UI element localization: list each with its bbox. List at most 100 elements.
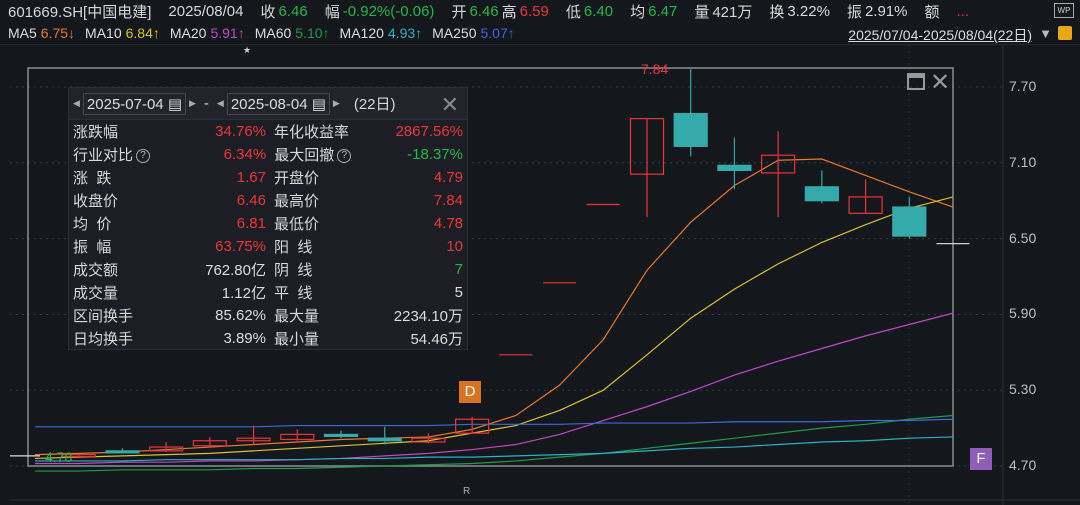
amplitude-value: 2.91% bbox=[864, 2, 908, 20]
stat-value: -18.37% bbox=[407, 146, 463, 163]
stat-value: 2234.10万 bbox=[393, 308, 464, 325]
y-tick-label: 7.10 bbox=[1009, 153, 1037, 170]
stat-value: 63.75% bbox=[215, 238, 266, 255]
turnover-value: 3.22% bbox=[787, 2, 830, 20]
stat-value: 6.34% bbox=[223, 146, 267, 163]
ma-value: 6.75↓ bbox=[40, 25, 76, 41]
lock-icon[interactable] bbox=[1058, 26, 1072, 40]
date-range-selector[interactable]: 2025/07/04-2025/08/04(22日) bbox=[848, 25, 1032, 45]
high-value: 6.59 bbox=[519, 2, 549, 20]
stat-label: 区间换手 bbox=[73, 308, 134, 325]
close-panel-icon[interactable]: ✕ bbox=[441, 92, 459, 118]
amount-more[interactable]: ... bbox=[957, 3, 970, 20]
ma-label: MA60 bbox=[254, 25, 292, 41]
stat-value: 6.46 bbox=[236, 192, 266, 209]
stat-row: 区间换手 85.62% 最大量 2234.10万 bbox=[69, 304, 467, 327]
y-tick-label: 4.70 bbox=[1009, 457, 1037, 473]
stat-label: 最高价 bbox=[274, 193, 320, 210]
end-date-input[interactable]: 2025-08-04 ▤ bbox=[226, 92, 330, 115]
next-end-icon[interactable]: ▶ bbox=[333, 98, 340, 109]
stat-label: 平 线 bbox=[274, 285, 313, 302]
stat-value: 6.81 bbox=[236, 215, 266, 232]
candle-body bbox=[367, 437, 402, 442]
r-marker: R bbox=[463, 486, 471, 497]
stat-label: 阴 线 bbox=[274, 262, 313, 279]
event-badge-d[interactable]: D bbox=[459, 381, 481, 403]
stat-value: 762.80亿 bbox=[205, 262, 266, 279]
ma-value: 4.93↑ bbox=[387, 25, 423, 41]
ma-label: MA10 bbox=[85, 25, 122, 41]
stat-value: 4.78 bbox=[433, 215, 464, 232]
amplitude-label: 振 bbox=[846, 3, 862, 21]
stock-code[interactable]: 601669.SH[中国电建] bbox=[8, 1, 151, 22]
low-value: 6.40 bbox=[583, 2, 614, 20]
dropdown-triangle-icon[interactable]: ▼ bbox=[1039, 26, 1052, 41]
ma-line-ma250 bbox=[35, 418, 954, 428]
candle-body bbox=[673, 112, 708, 147]
stat-value: 4.79 bbox=[433, 169, 464, 186]
stat-row: 日均换手 3.89% 最小量 54.46万 bbox=[69, 327, 467, 350]
next-start-icon[interactable]: ▶ bbox=[189, 98, 196, 109]
avg-value: 6.47 bbox=[648, 2, 678, 20]
stat-label: 成交额 bbox=[73, 262, 119, 279]
stat-value: 34.76% bbox=[215, 123, 266, 140]
change-value: -0.92%(-0.06) bbox=[342, 2, 435, 20]
stat-row: 行业对比? 6.34% 最大回撤? -18.37% bbox=[69, 143, 467, 166]
star-marker-icon: ★ bbox=[243, 45, 252, 55]
y-tick-label: 5.90 bbox=[1009, 305, 1037, 322]
stat-value: 5 bbox=[454, 284, 464, 301]
close-label: 收 bbox=[260, 3, 276, 21]
ma-label: MA120 bbox=[339, 25, 384, 41]
end-date: 2025-08-04 bbox=[230, 95, 308, 113]
panel-header: ◀ 2025-07-04 ▤ ▶ - ◀ 2025-08-04 ▤ ▶ (22日… bbox=[69, 88, 467, 120]
low-price-label: 4.78 bbox=[45, 449, 73, 465]
stat-value: 2867.56% bbox=[395, 123, 464, 140]
stat-label: 最低价 bbox=[274, 216, 320, 233]
date-separator: - bbox=[203, 95, 209, 112]
candle-body bbox=[892, 206, 927, 237]
amount-label: 额 bbox=[924, 3, 940, 21]
quote-date: 2025/08/04 bbox=[168, 2, 244, 20]
day-count: (22日) bbox=[353, 96, 396, 113]
event-badge-f[interactable]: F bbox=[970, 448, 992, 470]
prev-end-icon[interactable]: ◀ bbox=[217, 98, 224, 109]
ma-label: MA5 bbox=[8, 25, 37, 41]
stat-value: 3.89% bbox=[223, 330, 266, 347]
turnover-label: 换 bbox=[769, 3, 785, 21]
stat-row: 收盘价 6.46 最高价 7.84 bbox=[69, 189, 467, 212]
stat-label: 振 幅 bbox=[73, 239, 112, 256]
help-icon[interactable]: ? bbox=[337, 149, 352, 164]
wp-icon[interactable]: WP bbox=[1054, 3, 1074, 18]
volume-value: 421万 bbox=[712, 3, 753, 21]
stat-label: 最小量 bbox=[274, 331, 320, 348]
stat-label: 开盘价 bbox=[274, 170, 320, 187]
prev-start-icon[interactable]: ◀ bbox=[73, 98, 80, 109]
avg-label: 均 bbox=[630, 3, 646, 21]
open-value: 6.46 bbox=[469, 2, 499, 20]
stat-label: 成交量 bbox=[73, 285, 119, 302]
y-tick-label: 6.50 bbox=[1009, 229, 1037, 246]
ma-value: 6.84↑ bbox=[125, 25, 160, 41]
stat-row: 涨 跌 1.67 开盘价 4.79 bbox=[69, 166, 467, 189]
stat-row: 成交额 762.80亿阴 线 7 bbox=[69, 258, 467, 281]
stat-label: 日均换手 bbox=[73, 331, 134, 348]
stat-row: 成交量 1.12亿平 线 5 bbox=[69, 281, 467, 304]
ma-value: 5.07↑ bbox=[480, 25, 515, 41]
ma-value: 5.91↑ bbox=[210, 25, 245, 41]
stat-label: 最大量 bbox=[274, 308, 320, 325]
stat-value: 7 bbox=[454, 261, 464, 278]
stat-value: 10 bbox=[446, 238, 464, 255]
ma-label: MA250 bbox=[432, 25, 477, 41]
volume-label: 量 bbox=[694, 3, 710, 21]
stat-label: 均 价 bbox=[73, 216, 112, 233]
open-label: 开 bbox=[451, 3, 467, 21]
close-overlay-icon[interactable]: ✕ bbox=[930, 68, 950, 97]
maximize-icon[interactable] bbox=[907, 73, 925, 90]
stat-label: 行业对比? bbox=[73, 144, 151, 165]
interval-stats-panel: ◀ 2025-07-04 ▤ ▶ - ◀ 2025-08-04 ▤ ▶ (22日… bbox=[68, 87, 468, 350]
start-date-input[interactable]: 2025-07-04 ▤ bbox=[82, 92, 186, 115]
stat-label: 涨跌幅 bbox=[73, 124, 119, 141]
stat-row: 涨跌幅 34.76% 年化收益率 2867.56% bbox=[69, 120, 467, 143]
high-label: 高 bbox=[501, 3, 517, 21]
candle-body bbox=[717, 164, 752, 171]
